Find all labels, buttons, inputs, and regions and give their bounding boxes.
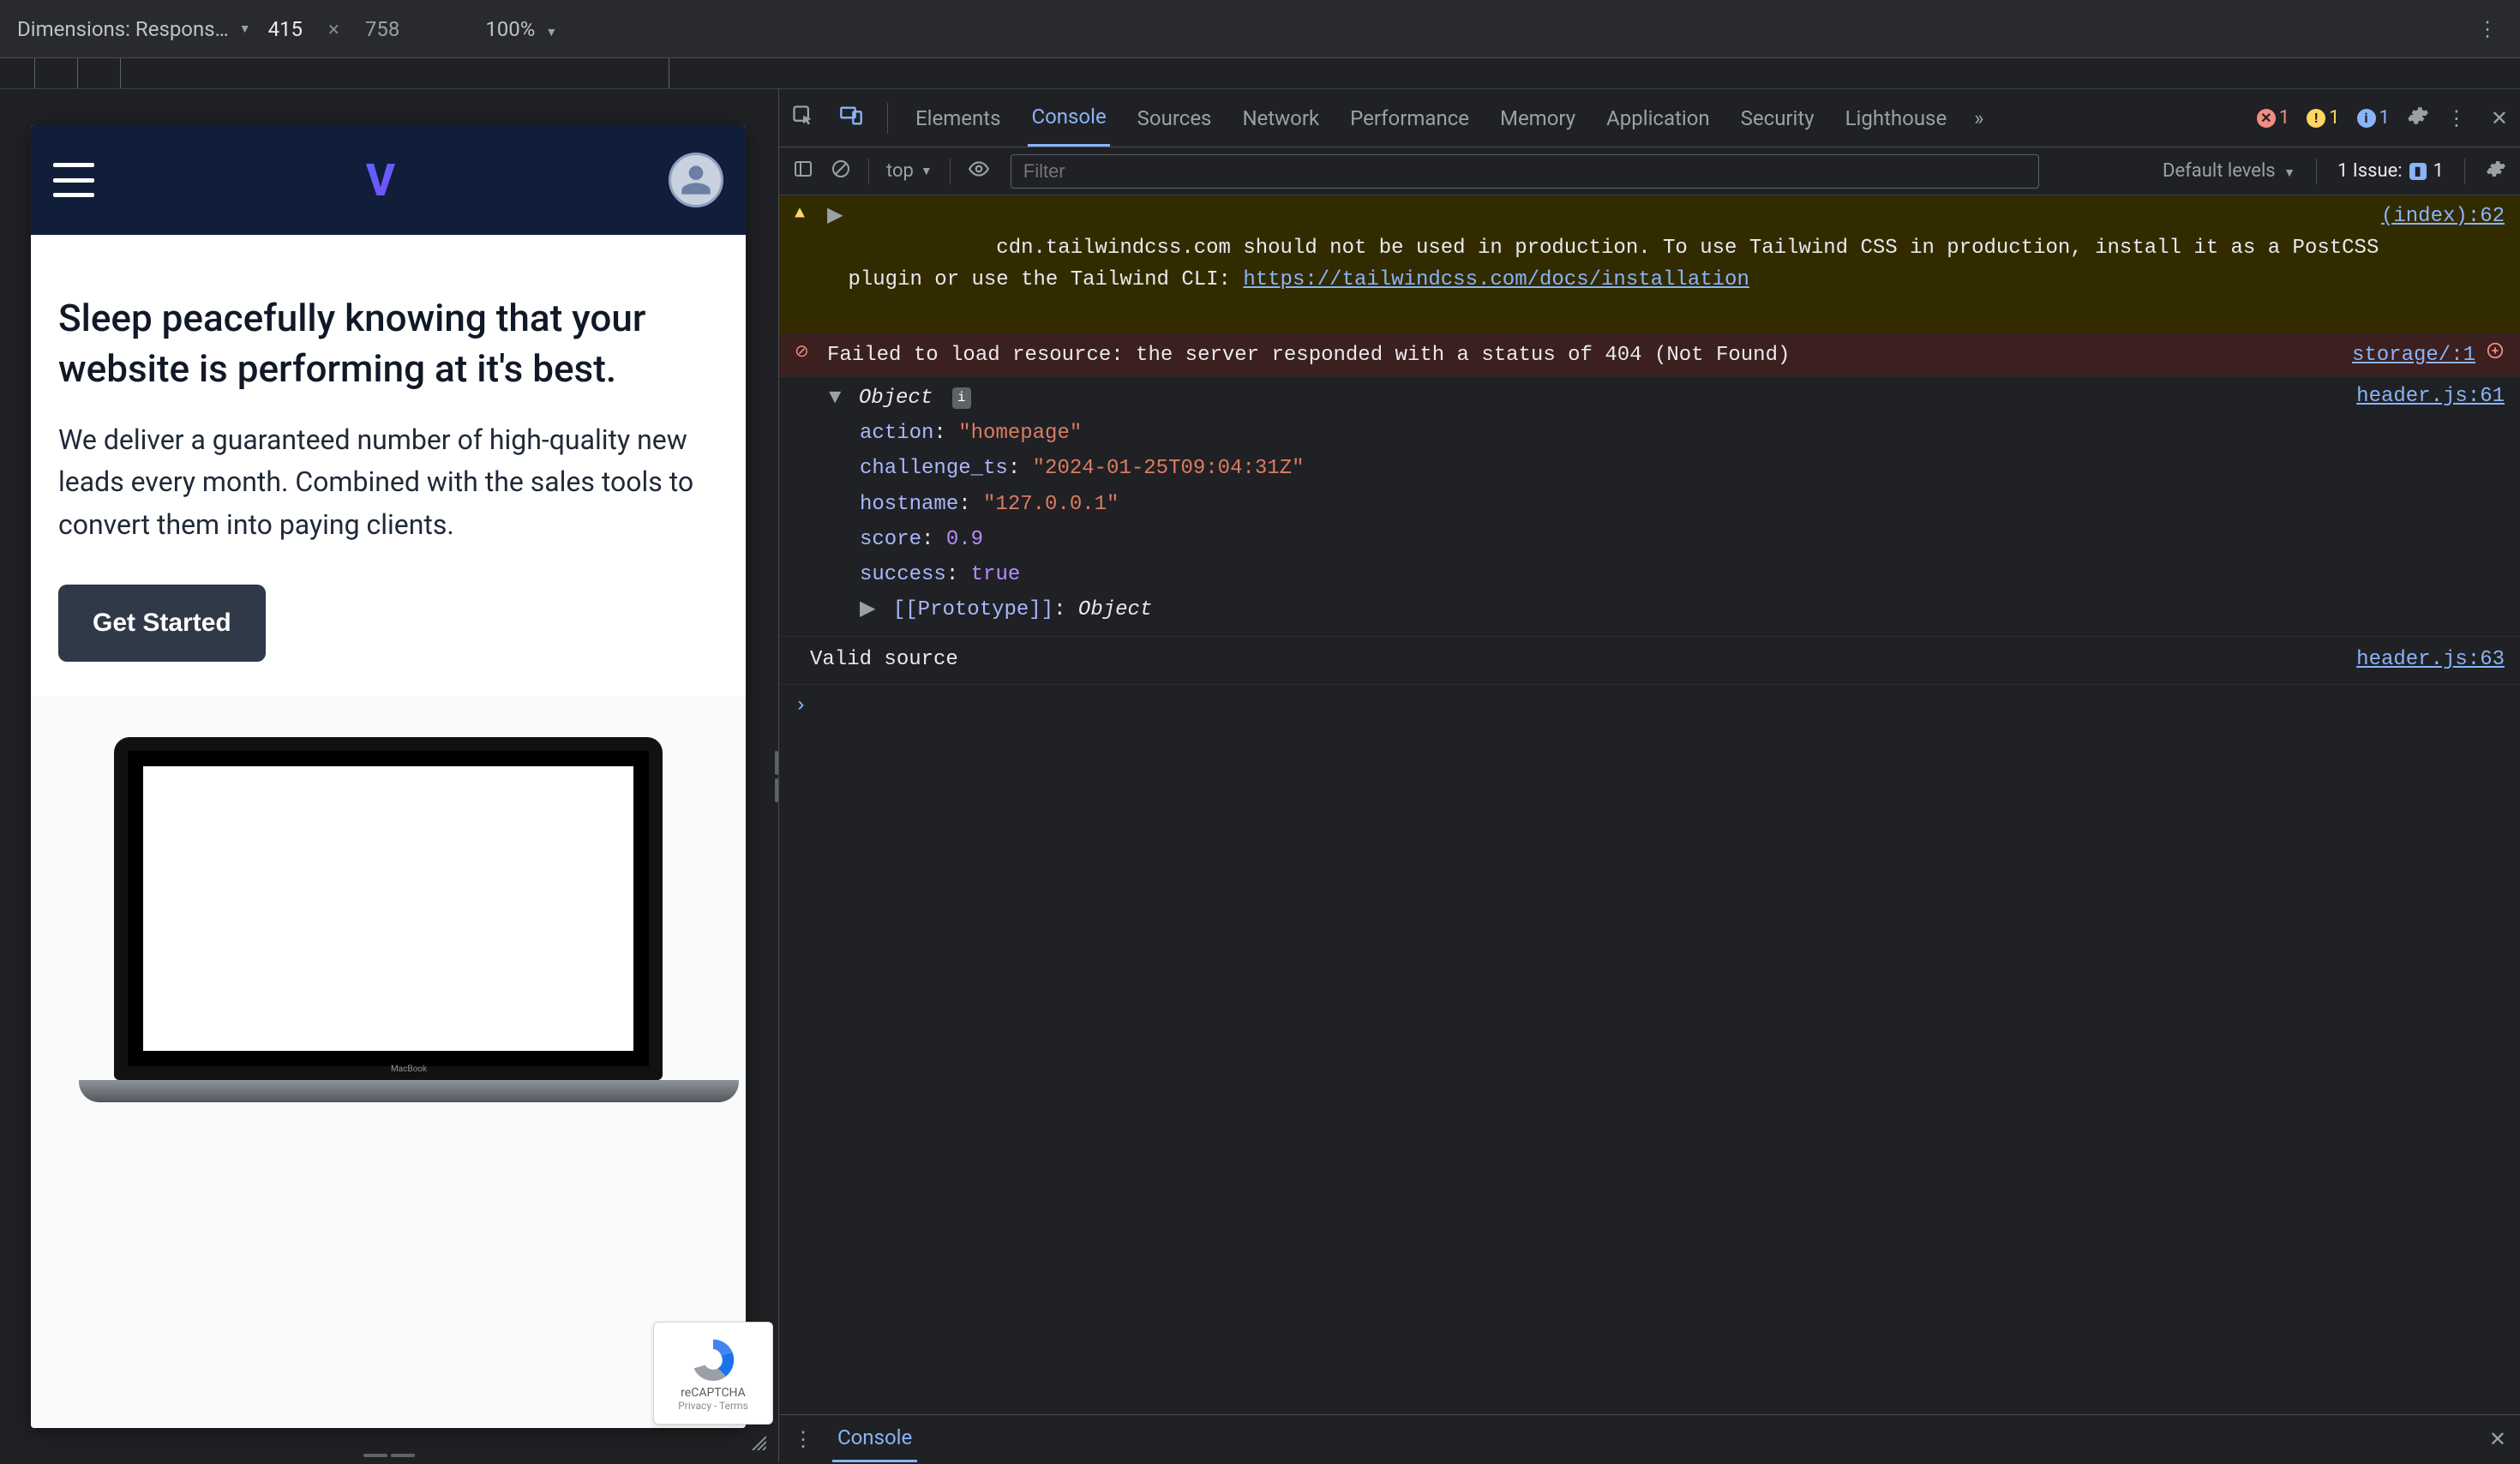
log-entry-warning[interactable]: ▲ ▶ cdn.tailwindcss.com should not be us…	[779, 195, 2520, 334]
get-started-button[interactable]: Get Started	[58, 585, 266, 662]
chevron-down-icon: ▼	[2283, 166, 2295, 180]
console-prompt[interactable]: ›	[779, 685, 2520, 727]
gear-icon[interactable]	[2407, 105, 2429, 132]
preview-pane: V Sleep peacefully knowing that your web…	[0, 89, 778, 1462]
laptop-illustration: MacBook	[58, 737, 718, 1131]
hero-title: Sleep peacefully knowing that your websi…	[58, 293, 718, 395]
dimensions-label: Dimensions: Respons…	[17, 17, 229, 41]
issue-icon: ▮	[2409, 163, 2427, 180]
live-expression-icon[interactable]	[968, 158, 990, 185]
laptop-label: MacBook	[391, 1065, 427, 1074]
logo[interactable]: V	[366, 154, 397, 207]
tab-application[interactable]: Application	[1603, 91, 1713, 146]
tab-security[interactable]: Security	[1737, 91, 1818, 146]
tab-console[interactable]: Console	[1028, 89, 1109, 147]
info-icon: i	[2357, 109, 2376, 128]
chevron-down-icon: ▼	[921, 164, 933, 178]
inspect-icon[interactable]	[791, 104, 815, 133]
log-source-link[interactable]: header.js:63	[2356, 644, 2505, 675]
gear-icon[interactable]	[2486, 159, 2506, 184]
drawer-tab-console[interactable]: Console	[832, 1415, 917, 1462]
tab-lighthouse[interactable]: Lighthouse	[1842, 91, 1951, 146]
sidebar-toggle-icon[interactable]	[793, 159, 813, 184]
collapse-icon[interactable]: ▼	[829, 387, 841, 410]
page-header: V	[31, 125, 746, 235]
warning-icon: !	[2307, 109, 2325, 128]
recaptcha-badge[interactable]: reCAPTCHA Privacy - Terms	[653, 1322, 746, 1425]
devtools-tabbar: Elements Console Sources Network Perform…	[779, 89, 2520, 147]
log-source-link[interactable]: (index):62	[2381, 201, 2505, 328]
kebab-menu-icon[interactable]: ⋮	[2472, 17, 2503, 41]
expand-icon[interactable]: ▶	[860, 598, 875, 621]
issues-chip[interactable]: 1 Issue: ▮ 1	[2337, 160, 2444, 182]
chevron-down-icon: ▼	[239, 21, 251, 36]
resize-handle-corner[interactable]	[749, 1433, 766, 1450]
devtools-drawer: ⋮ Console ✕	[779, 1414, 2520, 1462]
zoom-dropdown[interactable]: 100% ▼	[485, 17, 557, 41]
log-entry-object[interactable]: header.js:61 ▼ Object i action: "homepag…	[779, 377, 2520, 637]
devtools-panel: Elements Console Sources Network Perform…	[778, 89, 2520, 1462]
error-icon: ✕	[2257, 109, 2276, 128]
recaptcha-privacy: Privacy - Terms	[678, 1400, 746, 1412]
expand-icon[interactable]: ▶	[827, 201, 843, 328]
log-message: Failed to load resource: the server resp…	[827, 339, 2352, 371]
log-entry-info[interactable]: Valid source header.js:63	[779, 637, 2520, 685]
dimension-separator: ×	[328, 17, 339, 41]
dimensions-dropdown[interactable]: Dimensions: Respons… ▼	[17, 17, 251, 41]
tab-memory[interactable]: Memory	[1497, 91, 1579, 146]
log-message: cdn.tailwindcss.com should not be used i…	[848, 201, 2381, 328]
viewport-height-input[interactable]: 758	[365, 17, 399, 41]
close-icon[interactable]: ✕	[2491, 106, 2508, 130]
log-message: Valid source	[810, 648, 958, 671]
error-count-chip[interactable]: ✕ 1	[2257, 107, 2289, 129]
device-toggle-icon[interactable]	[839, 104, 863, 133]
viewport-width-input[interactable]: 415	[268, 17, 303, 41]
console-toolbar: top ▼ Default levels ▼ 1 Issue: ▮	[779, 147, 2520, 195]
context-selector[interactable]: top ▼	[886, 160, 933, 182]
hero-subtitle: We deliver a guaranteed number of high-q…	[58, 419, 718, 547]
kebab-menu-icon[interactable]: ⋮	[793, 1427, 813, 1451]
console-log: ▲ ▶ cdn.tailwindcss.com should not be us…	[779, 195, 2520, 1414]
tab-elements[interactable]: Elements	[912, 91, 1004, 146]
tab-performance[interactable]: Performance	[1347, 91, 1473, 146]
device-toolbar: Dimensions: Respons… ▼ 415 × 758 100% ▼ …	[0, 0, 2520, 58]
info-count-chip[interactable]: i 1	[2357, 107, 2390, 129]
hamburger-menu-icon[interactable]	[53, 163, 94, 197]
log-source-link[interactable]: storage/:1	[2352, 339, 2475, 371]
chevron-down-icon: ▼	[545, 26, 557, 39]
user-icon	[679, 163, 713, 197]
rendered-page: V Sleep peacefully knowing that your web…	[31, 125, 746, 1428]
log-levels-dropdown[interactable]: Default levels ▼	[2163, 160, 2295, 182]
log-entry-error[interactable]: ⊘ Failed to load resource: the server re…	[779, 334, 2520, 377]
error-icon: ⊘	[795, 339, 819, 371]
tab-network[interactable]: Network	[1239, 91, 1323, 146]
clear-console-icon[interactable]	[831, 159, 851, 184]
recaptcha-icon	[687, 1335, 739, 1386]
info-badge[interactable]: i	[952, 387, 971, 409]
kebab-menu-icon[interactable]: ⋮	[2446, 106, 2467, 130]
viewport-ruler	[0, 58, 2520, 89]
close-icon[interactable]: ✕	[2489, 1427, 2506, 1451]
cors-icon[interactable]	[2486, 339, 2505, 371]
tab-sources[interactable]: Sources	[1134, 91, 1215, 146]
warning-icon: ▲	[795, 201, 819, 328]
recaptcha-label: reCAPTCHA	[681, 1386, 746, 1400]
resize-handle-bottom[interactable]	[363, 1454, 415, 1457]
more-tabs-icon[interactable]: »	[1974, 106, 1983, 130]
resize-handle-right[interactable]	[775, 751, 778, 802]
avatar[interactable]	[669, 153, 723, 207]
log-source-link[interactable]: header.js:61	[2356, 381, 2505, 412]
filter-input[interactable]	[1011, 154, 2039, 189]
tailwind-docs-link[interactable]: https://tailwindcss.com/docs/installatio…	[1243, 268, 1749, 291]
warning-count-chip[interactable]: ! 1	[2307, 107, 2339, 129]
